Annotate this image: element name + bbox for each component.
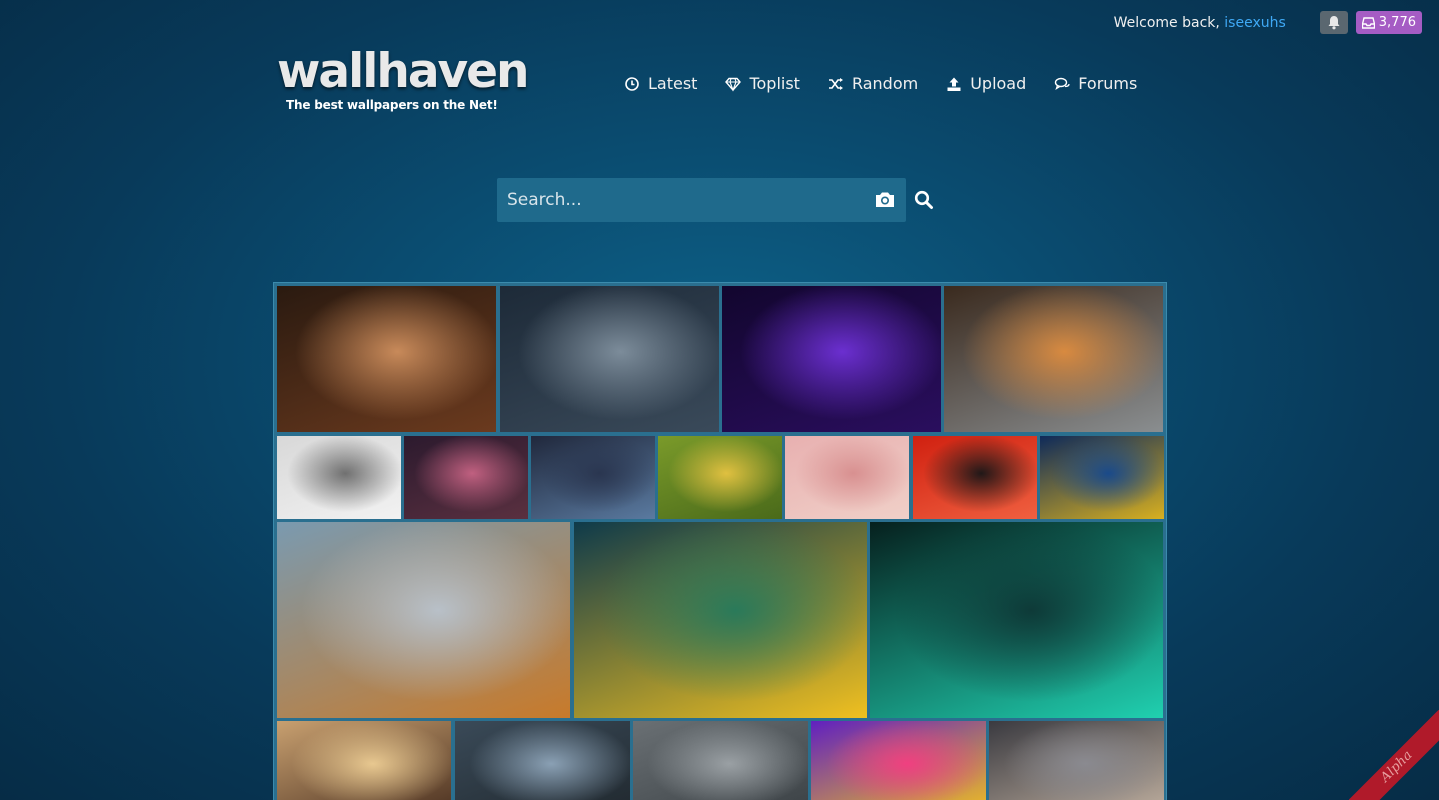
- wallpaper-thumb-anime-girl-monochrome[interactable]: [277, 436, 401, 519]
- search-icon[interactable]: [914, 190, 934, 210]
- nav-forums[interactable]: Forums: [1054, 74, 1137, 93]
- nav-upload[interactable]: Upload: [946, 74, 1026, 93]
- camera-icon[interactable]: [874, 190, 896, 210]
- wallpaper-thumb-hurricane-from-space[interactable]: [500, 286, 719, 432]
- diamond-icon: [725, 77, 742, 92]
- nav-latest[interactable]: Latest: [624, 74, 697, 93]
- inbox-icon: [1361, 16, 1375, 29]
- wallpaper-thumb-woman-blowing-bubbles[interactable]: [277, 721, 451, 800]
- wallpaper-thumb-alien-ufo-illustration[interactable]: [531, 436, 655, 519]
- alpha-ribbon-label: Alpha: [1349, 710, 1439, 800]
- site-logo[interactable]: wallhaven The best wallpapers on the Net…: [277, 44, 530, 112]
- nav-upload-label: Upload: [970, 74, 1027, 93]
- wallpaper-thumb-rock-arch-fantasy[interactable]: [455, 721, 630, 800]
- nav-random[interactable]: Random: [828, 74, 918, 93]
- upload-icon: [947, 77, 961, 91]
- wallpaper-thumb-city-skyline-aerial[interactable]: [989, 721, 1164, 800]
- username-link[interactable]: iseexuhs: [1224, 15, 1286, 31]
- notifications-button[interactable]: [1319, 11, 1348, 34]
- wallpaper-thumb-white-sports-car[interactable]: [944, 286, 1163, 432]
- search-bar: [497, 178, 906, 222]
- bell-icon: [1328, 16, 1340, 30]
- shuffle-icon: [828, 77, 843, 90]
- wallpaper-thumb-eiffel-tower-night-city[interactable]: [574, 522, 867, 718]
- wallpaper-gallery: [273, 282, 1167, 800]
- uploads-count: 3,776: [1378, 15, 1416, 30]
- clock-icon: [625, 76, 639, 91]
- welcome-text: Welcome back,: [1113, 14, 1220, 31]
- wallpaper-thumb-portrait-woman[interactable]: [277, 286, 496, 432]
- wallpaper-thumb-japan-night-map[interactable]: [1040, 436, 1164, 519]
- wallpaper-thumb-batwoman-comic[interactable]: [913, 436, 1037, 519]
- logo-wordmark: wallhaven: [277, 44, 530, 99]
- wallpaper-thumb-woman-on-fence-field[interactable]: [658, 436, 782, 519]
- logo-tagline: The best wallpapers on the Net!: [286, 98, 498, 112]
- nav-forums-label: Forums: [1078, 74, 1138, 93]
- nav-toplist-label: Toplist: [749, 74, 800, 93]
- user-bar: Welcome back, iseexuhs 3,776: [1114, 11, 1422, 34]
- wallpaper-thumb-teal-abstract-blocks[interactable]: [870, 522, 1163, 718]
- nav-latest-label: Latest: [648, 74, 698, 93]
- main-nav: Latest Toplist Random Upload Forums: [624, 74, 1137, 93]
- search-input[interactable]: [497, 178, 857, 222]
- wallpaper-thumb-purple-jellyfish-night[interactable]: [722, 286, 941, 432]
- wallpaper-thumb-misty-forest[interactable]: [633, 721, 808, 800]
- alpha-ribbon: Alpha: [1349, 710, 1439, 800]
- chat-icon: [1055, 77, 1070, 90]
- wallpaper-thumb-snowy-mountain-road[interactable]: [277, 522, 570, 718]
- uploads-badge[interactable]: 3,776: [1355, 11, 1422, 34]
- nav-toplist[interactable]: Toplist: [725, 74, 800, 93]
- nav-random-label: Random: [851, 74, 919, 93]
- wallpaper-thumb-pink-sunset-icebergs[interactable]: [785, 436, 909, 519]
- wallpaper-thumb-rainbow-powder[interactable]: [811, 721, 986, 800]
- welcome-message: Welcome back, iseexuhs: [1114, 15, 1286, 31]
- wallpaper-thumb-pagoda-mount-fuji[interactable]: [404, 436, 528, 519]
